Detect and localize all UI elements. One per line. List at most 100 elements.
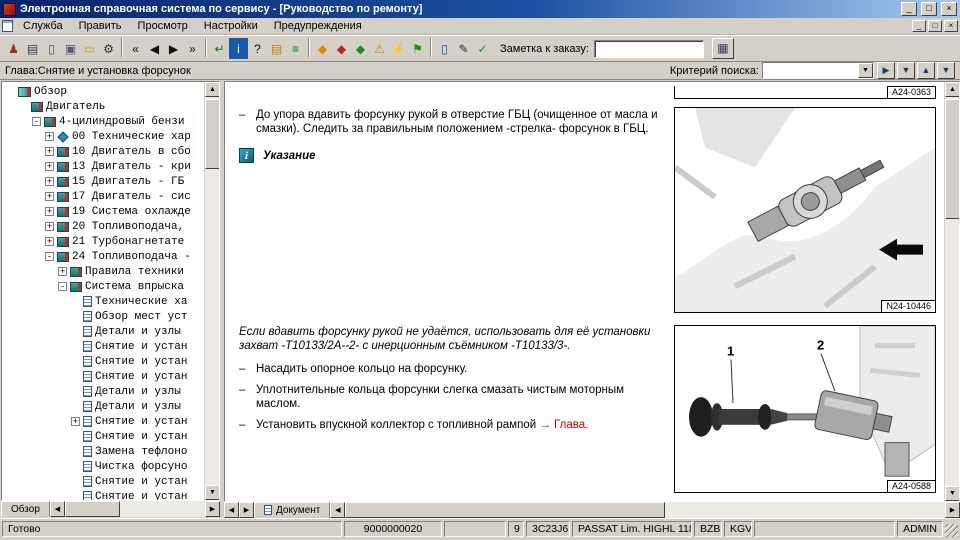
dtc-button[interactable]: ◆ [332, 38, 351, 59]
tree-item[interactable]: + 20 Топливоподача, [2, 219, 204, 234]
child-restore-button[interactable] [928, 20, 942, 32]
tree-item[interactable]: Замена тефлоно [2, 444, 204, 459]
wiring-diagram-button[interactable]: ◆ [313, 38, 332, 59]
menu-item[interactable]: Править [71, 19, 130, 33]
tree-item[interactable]: + 15 Двигатель - ГБ [2, 174, 204, 189]
circuit-button[interactable]: ⚡ [389, 38, 408, 59]
tree-scrollbar[interactable] [204, 82, 219, 500]
tree-hscrollbar[interactable] [49, 501, 220, 517]
tree-expander[interactable]: - [45, 252, 54, 261]
restore-button[interactable] [921, 2, 937, 16]
tree-item[interactable]: Детали и узлы [2, 399, 204, 414]
tree-scroll-down-icon[interactable] [205, 485, 219, 500]
search-button[interactable]: ▶ [877, 62, 895, 79]
tree-expander[interactable]: + [45, 177, 54, 186]
search-input[interactable] [763, 63, 858, 78]
tab-scroll-right-icon[interactable] [239, 502, 254, 518]
close-button[interactable] [941, 2, 957, 16]
tree-item[interactable]: Двигатель [2, 99, 204, 114]
tree-item[interactable]: Снятие и устан [2, 474, 204, 489]
search-combobox[interactable] [762, 62, 874, 79]
notebook-button[interactable]: ▤ [267, 38, 286, 59]
tree-expander[interactable]: - [32, 117, 41, 126]
doc-hscroll-track[interactable] [345, 502, 945, 518]
tree-expander[interactable]: + [45, 147, 54, 156]
doc-scroll-up-icon[interactable] [945, 82, 959, 97]
tree-item[interactable]: + Правила техники [2, 264, 204, 279]
doc-scroll-left-icon[interactable] [330, 502, 346, 518]
tree-item[interactable]: + 00 Технические хар [2, 129, 204, 144]
tree-item[interactable]: - Система впрыска [2, 279, 204, 294]
tree-expander[interactable]: + [71, 417, 80, 426]
tree-item[interactable]: Обзор мест уст [2, 309, 204, 324]
nav-prev-button[interactable]: ◀ [145, 38, 164, 59]
tree-expander[interactable]: + [45, 207, 54, 216]
tree-item[interactable]: Снятие и устан [2, 369, 204, 384]
mechanic-button[interactable]: ♟ [4, 38, 23, 59]
confirm-button[interactable]: ✓ [473, 38, 492, 59]
archive-button[interactable]: ▭ [80, 38, 99, 59]
tree-hscroll-track[interactable] [64, 501, 205, 517]
tree-item[interactable]: Снятие и устан [2, 489, 204, 500]
tree-expander[interactable]: + [45, 222, 54, 231]
tree-item[interactable]: Обзор [2, 84, 204, 99]
combo-dropdown-icon[interactable] [858, 63, 873, 78]
tree-item[interactable]: Детали и узлы [2, 384, 204, 399]
tree-expander[interactable]: - [58, 282, 67, 291]
doc-hscroll-thumb[interactable] [345, 502, 666, 518]
info-button[interactable]: i [229, 38, 248, 59]
document-window-icon[interactable] [2, 20, 13, 32]
contents-list-button[interactable]: ≡ [286, 38, 305, 59]
toolbar-separator[interactable] [205, 38, 207, 57]
tree-item[interactable]: Технические ха [2, 294, 204, 309]
doc-scroll-thumb[interactable] [945, 99, 959, 219]
tree-item[interactable]: Снятие и устан [2, 354, 204, 369]
tree-expander[interactable]: + [45, 237, 54, 246]
child-minimize-button[interactable] [912, 20, 926, 32]
tree-expander[interactable]: + [45, 192, 54, 201]
toolbar-separator[interactable] [430, 38, 432, 57]
document-scrollbar[interactable] [944, 82, 959, 501]
tree-item[interactable]: Детали и узлы [2, 324, 204, 339]
tree-scroll-track[interactable] [205, 97, 219, 485]
flag-button[interactable]: ⚑ [408, 38, 427, 59]
tree-expander[interactable]: + [45, 132, 54, 141]
help-button[interactable]: ? [248, 38, 267, 59]
tab-document[interactable]: Документ [254, 502, 331, 518]
tree-item[interactable]: Снятие и устан [2, 339, 204, 354]
tree-scroll-right-icon[interactable] [205, 501, 220, 517]
nav-next-button[interactable]: ▶ [164, 38, 183, 59]
tab-overview[interactable]: Обзор [1, 501, 50, 517]
toolbar-separator[interactable] [121, 38, 123, 57]
page-prev-button[interactable]: ▲ [917, 62, 935, 79]
page-next-button[interactable]: ▼ [937, 62, 955, 79]
tree-hscroll-thumb[interactable] [64, 501, 120, 517]
vehicle-button[interactable]: ⚙ [99, 38, 118, 59]
tree-item[interactable]: - 4-цилиндровый бензи [2, 114, 204, 129]
maintenance-button[interactable]: ◆ [351, 38, 370, 59]
chapter-link[interactable]: → Глава. [539, 419, 588, 431]
menu-item[interactable]: Предупреждения [266, 19, 370, 33]
edit-note-button[interactable]: ✎ [454, 38, 473, 59]
tab-scroll-left-icon[interactable] [224, 502, 239, 518]
tree-scroll-left-icon[interactable] [49, 501, 65, 517]
tree-item[interactable]: + Снятие и устан [2, 414, 204, 429]
tree-item[interactable]: + 21 Турбонагнетате [2, 234, 204, 249]
order-note-input[interactable] [593, 39, 704, 58]
doc-scroll-right-icon[interactable] [945, 502, 960, 518]
tree-item[interactable]: Снятие и устан [2, 429, 204, 444]
order-table-button[interactable]: ▦ [711, 38, 734, 59]
menu-item[interactable]: Служба [15, 19, 71, 33]
tree-scroll-thumb[interactable] [205, 99, 219, 169]
tree-item[interactable]: - 24 Топливоподача - [2, 249, 204, 264]
child-close-button[interactable] [944, 20, 958, 32]
nav-first-button[interactable]: « [126, 38, 145, 59]
tree-item[interactable]: + 17 Двигатель - сис [2, 189, 204, 204]
minimize-button[interactable] [901, 2, 917, 16]
tree-item[interactable]: + 19 Система охлажде [2, 204, 204, 219]
menu-item[interactable]: Настройки [196, 19, 266, 33]
tree-item[interactable]: + 13 Двигатель - кри [2, 159, 204, 174]
print-button[interactable]: ▤ [23, 38, 42, 59]
menu-item[interactable]: Просмотр [130, 19, 196, 33]
tree-expander[interactable]: + [58, 267, 67, 276]
